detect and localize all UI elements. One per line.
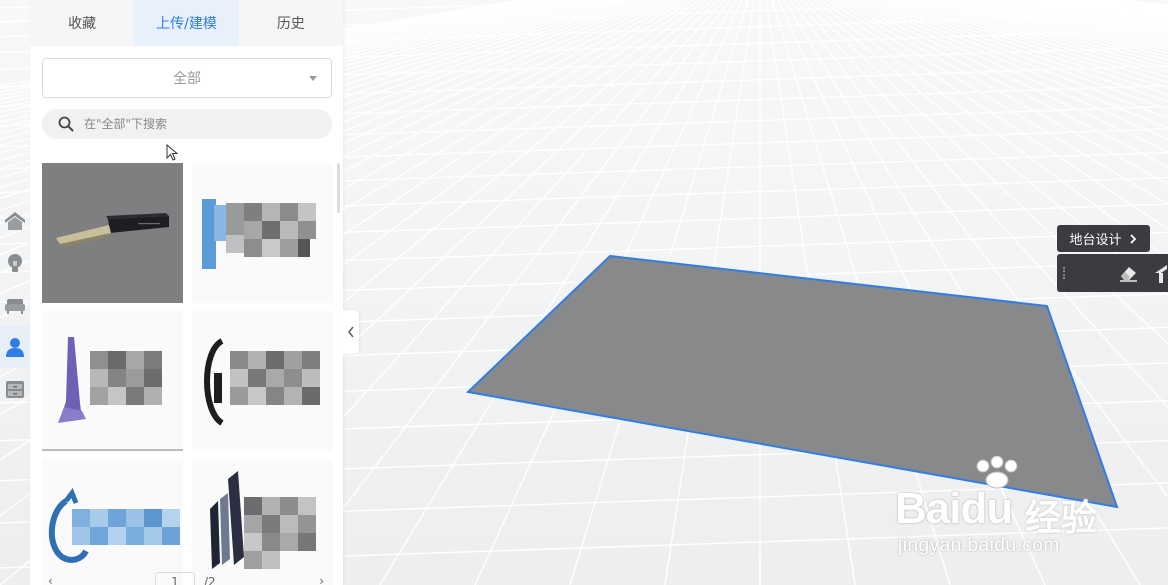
tab-favorites[interactable]: 收藏 xyxy=(30,0,134,46)
platform-design-button[interactable]: 地台设计 xyxy=(1057,225,1150,252)
rail-item-mine[interactable] xyxy=(0,326,30,368)
platform-design-label: 地台设计 xyxy=(1069,233,1122,248)
prev-page-button[interactable]: ‹ xyxy=(48,574,53,585)
search-box[interactable] xyxy=(42,109,332,139)
model-thumbnail-image xyxy=(42,163,183,303)
mouse-cursor-icon xyxy=(166,144,179,161)
category-rail xyxy=(0,200,30,410)
model-thumbnail-image xyxy=(42,311,183,451)
pagination: ‹ 1 /2 › xyxy=(42,572,332,585)
page-number-input[interactable]: 1 xyxy=(155,572,195,585)
model-thumbnail-image xyxy=(192,163,333,303)
tab-upload-modeling[interactable]: 上传/建模 xyxy=(134,0,239,46)
caret-down-icon xyxy=(309,76,317,81)
category-filter-value: 全部 xyxy=(173,71,201,87)
category-filter-select[interactable]: 全部 xyxy=(42,58,332,98)
chevron-right-icon xyxy=(1129,233,1136,244)
model-thumbnail-image xyxy=(192,311,333,451)
sofa-icon xyxy=(5,299,25,314)
search-icon xyxy=(58,116,74,132)
cabinet-icon xyxy=(6,381,24,398)
model-thumbnail-image xyxy=(192,459,333,585)
search-input[interactable] xyxy=(82,116,316,132)
model-thumbnail[interactable] xyxy=(42,311,183,451)
tab-history[interactable]: 历史 xyxy=(239,0,343,46)
model-thumbnail[interactable] xyxy=(192,459,333,585)
next-page-button[interactable]: › xyxy=(319,574,324,585)
model-thumbnail[interactable] xyxy=(42,459,183,585)
model-thumbnail[interactable] xyxy=(42,163,183,303)
user-icon xyxy=(6,338,24,357)
rail-item-furniture[interactable] xyxy=(0,284,30,326)
eraser-icon[interactable] xyxy=(1117,263,1139,283)
angle-icon[interactable] xyxy=(1153,263,1168,283)
chevron-left-icon xyxy=(347,326,354,338)
roof-icon xyxy=(5,212,25,230)
drag-handle[interactable] xyxy=(1063,267,1067,279)
page-total: /2 xyxy=(204,575,216,585)
model-library-panel: 收藏 上传/建模 历史 全部 在"全部"下搜索 ‹ 1 /2 › xyxy=(30,0,343,585)
rail-item-cabinet[interactable] xyxy=(0,368,30,410)
rail-item-lighting[interactable] xyxy=(0,242,30,284)
model-thumbnail[interactable] xyxy=(192,163,333,303)
model-thumbnail[interactable] xyxy=(192,311,333,451)
model-thumbnail-image xyxy=(42,459,183,585)
panel-scrollbar[interactable] xyxy=(337,163,340,213)
panel-tabs: 收藏 上传/建模 历史 xyxy=(30,0,343,46)
collapse-panel-button[interactable] xyxy=(343,310,359,354)
lightbulb-icon xyxy=(8,254,22,272)
rail-item-roof[interactable] xyxy=(0,200,30,242)
platform-tool-strip xyxy=(1057,254,1168,292)
